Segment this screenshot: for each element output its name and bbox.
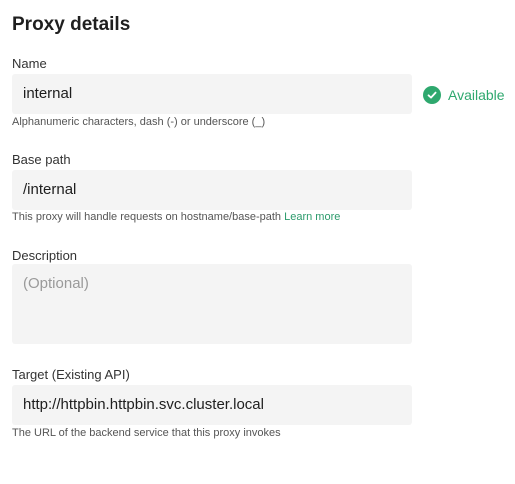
- target-hint: The URL of the backend service that this…: [12, 427, 281, 439]
- availability-status: Available: [423, 86, 505, 104]
- base-path-hint: This proxy will handle requests on hostn…: [12, 211, 340, 223]
- base-path-input[interactable]: [12, 170, 412, 210]
- availability-text: Available: [448, 87, 505, 103]
- section-title: Proxy details: [12, 14, 131, 35]
- base-path-label: Base path: [12, 152, 71, 167]
- description-textarea[interactable]: [12, 264, 412, 344]
- target-input[interactable]: [12, 385, 412, 425]
- learn-more-link[interactable]: Learn more: [284, 211, 340, 223]
- base-path-hint-text: This proxy will handle requests on hostn…: [12, 211, 282, 223]
- description-label: Description: [12, 248, 78, 263]
- name-input[interactable]: [12, 74, 412, 114]
- check-circle-icon: [423, 86, 441, 104]
- name-hint: Alphanumeric characters, dash (-) or und…: [12, 116, 266, 128]
- target-label: Target (Existing API): [12, 367, 130, 382]
- name-label: Name: [12, 56, 47, 71]
